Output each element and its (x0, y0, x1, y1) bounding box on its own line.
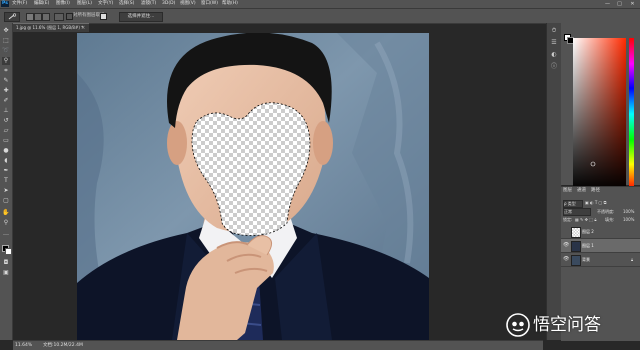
menu-layer[interactable]: 图层(L) (77, 0, 92, 8)
history-brush-icon[interactable]: ↺ (2, 117, 10, 125)
document-tab-title: 1.jpg @ 11.6% (图层 1, RGB/8#) * (16, 25, 84, 30)
lock-icon: 🔒︎ (631, 257, 634, 262)
tools-panel: ✥ ⬚ ➰ ⚲ ⌗ ✎ ✚ ✐ ⊥ ↺ ▱ ▭ ● ◖ ✒ T ➤ ▢ ✋ ⚲ … (0, 23, 13, 340)
lock-icons[interactable]: ▦ ✎ ✥ ⬚ 🔒︎ (575, 215, 596, 224)
fill-label: 填充: (605, 217, 615, 222)
gradient-icon[interactable]: ▭ (2, 137, 10, 145)
lasso-icon[interactable]: ➰ (2, 47, 10, 55)
crop-icon[interactable]: ⌗ (2, 67, 10, 75)
adjustments-panel-icon[interactable]: ◐ (550, 51, 558, 59)
wukong-logo-icon (506, 313, 530, 337)
watermark-text: 悟空问答 (533, 315, 601, 335)
minimize-icon[interactable]: — (603, 0, 612, 8)
more-tools-icon[interactable]: … (2, 230, 10, 238)
properties-panel-icon[interactable]: ☰ (550, 39, 558, 47)
menu-type[interactable]: 文字(Y) (98, 0, 113, 8)
tab-layers[interactable]: 图层 (563, 187, 572, 195)
quick-select-icon[interactable]: ⚲ (2, 57, 10, 65)
background-color-swatch[interactable] (5, 248, 12, 255)
hue-slider[interactable] (629, 38, 634, 190)
clone-stamp-icon[interactable]: ⊥ (2, 107, 10, 115)
quick-mask-icon[interactable]: ◘ (2, 259, 10, 267)
menu-select[interactable]: 选择(S) (119, 0, 134, 8)
eye-icon[interactable]: 👁︎ (563, 242, 569, 248)
quick-select-icon (8, 13, 17, 20)
blur-icon[interactable]: ● (2, 147, 10, 155)
brush-icon[interactable]: ✐ (2, 97, 10, 105)
select-and-mask-label: 选择并遮住... (127, 14, 155, 19)
layer-row[interactable]: 👁︎ 背景 🔒︎ (561, 253, 640, 267)
layer-name: 图层 2 (582, 229, 594, 234)
tab-paths[interactable]: 路径 (591, 187, 600, 195)
tab-close-icon[interactable]: × (81, 24, 85, 32)
layer-name: 图层 1 (582, 243, 594, 248)
pen-icon[interactable]: ✒ (2, 167, 10, 175)
eyedropper-icon[interactable]: ✎ (2, 77, 10, 85)
photoshop-logo: Ps (1, 1, 9, 7)
tool-preset-picker[interactable] (4, 12, 20, 22)
layer-row[interactable]: 👁︎ 图层 1 (561, 239, 640, 253)
fill-value[interactable]: 100% (623, 215, 634, 224)
dodge-icon[interactable]: ◖ (2, 157, 10, 165)
eye-icon[interactable]: 👁︎ (563, 256, 569, 262)
document-canvas[interactable] (77, 33, 429, 340)
subtract-selection-button[interactable] (42, 13, 50, 21)
color-picker-field[interactable] (573, 38, 626, 190)
add-to-selection-button[interactable] (34, 13, 42, 21)
new-selection-button[interactable] (26, 13, 34, 21)
visibility-toggle[interactable] (563, 228, 569, 234)
menu-bar: Ps 文件(F) 编辑(E) 图像(I) 图层(L) 文字(Y) 选择(S) 滤… (0, 0, 640, 8)
menu-image[interactable]: 图像(I) (56, 0, 70, 8)
path-select-icon[interactable]: ➤ (2, 187, 10, 195)
screen-mode-icon[interactable]: ▣ (2, 269, 10, 277)
type-icon[interactable]: T (2, 177, 10, 185)
menu-3d[interactable]: 3D(D) (162, 0, 175, 8)
menu-filter[interactable]: 滤镜(T) (141, 0, 156, 8)
layer-row[interactable]: 图层 2 (561, 225, 640, 239)
close-icon[interactable]: ✕ (628, 0, 637, 8)
zoom-icon[interactable]: ⚲ (2, 219, 10, 227)
eraser-icon[interactable]: ▱ (2, 127, 10, 135)
watermark: 悟空问答 (506, 313, 636, 337)
color-panel (561, 23, 640, 190)
document-tab[interactable]: 1.jpg @ 11.6% (图层 1, RGB/8#) * × (13, 23, 89, 32)
menu-file[interactable]: 文件(F) (12, 0, 27, 8)
history-panel-icon[interactable]: ⏱ (550, 27, 558, 35)
brush-size-picker[interactable] (54, 13, 64, 21)
marquee-icon[interactable]: ⬚ (2, 37, 10, 45)
maximize-icon[interactable]: □ (615, 0, 624, 8)
menu-help[interactable]: 帮助(H) (222, 0, 238, 8)
rectangle-icon[interactable]: ▢ (2, 197, 10, 205)
info-panel-icon[interactable]: ⓘ (550, 63, 558, 71)
menu-edit[interactable]: 编辑(E) (34, 0, 49, 8)
portrait-photo (77, 33, 429, 340)
menu-window[interactable]: 窗口(W) (201, 0, 218, 8)
layer-thumbnail (571, 227, 581, 238)
select-and-mask-button[interactable]: 选择并遮住... (119, 12, 163, 22)
healing-brush-icon[interactable]: ✚ (2, 87, 10, 95)
sample-all-layers-checkbox[interactable] (66, 13, 73, 20)
menu-view[interactable]: 视图(V) (180, 0, 196, 8)
filter-icons[interactable]: ▣ ◐ T ▢ ⧉ (585, 199, 606, 206)
tab-channels[interactable]: 通道 (577, 187, 586, 195)
layer-name: 背景 (582, 257, 590, 262)
move-icon[interactable]: ✥ (2, 27, 10, 35)
layer-thumbnail (571, 241, 581, 252)
layer-thumbnail (571, 255, 581, 266)
auto-enhance-checkbox[interactable] (100, 13, 107, 20)
panel-dock: ⏱ ☰ ◐ ⓘ (546, 23, 562, 340)
lock-label: 锁定: (563, 217, 573, 222)
hand-icon[interactable]: ✋ (2, 209, 10, 217)
options-bar: 对所有图层取样 选择并遮住... (0, 8, 640, 24)
